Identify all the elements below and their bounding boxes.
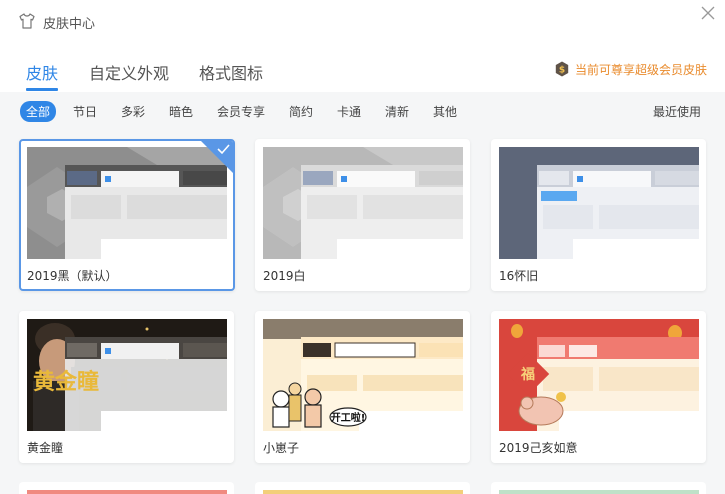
filter-other[interactable]: 其他 xyxy=(433,103,457,120)
window-title: 皮肤中心 xyxy=(43,17,96,32)
skin-thumbnail: 黄金瞳 xyxy=(27,319,227,431)
filter-dark[interactable]: 暗色 xyxy=(169,103,193,120)
close-icon[interactable] xyxy=(699,4,717,22)
vip-coin-icon: $ xyxy=(555,61,569,77)
filter-all[interactable]: 全部 xyxy=(20,101,57,122)
vip-notice[interactable]: $ 当前可尊享超级会员皮肤 xyxy=(555,60,707,78)
cartoon-bubble-text: 开工啦! xyxy=(331,411,366,424)
skin-grid: 2019黑（默认） 2019白 16怀旧 黄金瞳 黄金瞳 开工啦! 小崽子 福 … xyxy=(0,130,725,494)
filter-vip-only[interactable]: 会员专享 xyxy=(217,103,265,120)
skin-card-peek-3[interactable] xyxy=(491,482,706,494)
skin-thumbnail: 开工啦! xyxy=(263,319,463,431)
filter-fresh[interactable]: 清新 xyxy=(385,103,409,120)
skin-thumbnail xyxy=(499,147,699,259)
svg-text:$: $ xyxy=(559,66,565,76)
skin-card-golden-eye[interactable]: 黄金瞳 黄金瞳 xyxy=(19,311,234,463)
golden-eye-text-1: 黄金瞳 xyxy=(33,369,99,395)
skin-card-2019-black[interactable]: 2019黑（默认） xyxy=(19,139,235,291)
skin-thumbnail-peek xyxy=(499,490,699,494)
skin-name: 16怀旧 xyxy=(499,269,539,283)
skin-card-2019-jihai-ruyi[interactable]: 福 2019己亥如意 xyxy=(491,311,706,463)
shirt-icon xyxy=(19,13,35,29)
skin-thumbnail xyxy=(27,147,227,259)
skin-name: 黄金瞳 xyxy=(27,441,64,455)
title-bar: 皮肤中心 xyxy=(0,0,725,42)
filter-cartoon[interactable]: 卡通 xyxy=(337,103,361,120)
skin-thumbnail: 福 xyxy=(499,319,699,431)
skin-thumbnail xyxy=(263,147,463,259)
skin-thumbnail-peek xyxy=(263,490,463,494)
skin-name: 小崽子 xyxy=(263,441,300,455)
recently-used-link[interactable]: 最近使用 xyxy=(653,103,701,120)
tab-custom-appearance[interactable]: 自定义外观 xyxy=(89,60,169,84)
skin-name: 2019黑（默认） xyxy=(27,269,118,283)
selected-check-icon xyxy=(201,141,233,173)
skin-name: 2019白 xyxy=(263,269,306,283)
tab-format-icons[interactable]: 格式图标 xyxy=(199,60,263,84)
skin-card-16-retro[interactable]: 16怀旧 xyxy=(491,139,706,291)
tab-skin[interactable]: 皮肤 xyxy=(26,60,58,84)
filter-simple[interactable]: 简约 xyxy=(289,103,313,120)
skin-thumbnail-peek xyxy=(27,490,227,494)
fortune-character: 福 xyxy=(520,366,535,383)
skin-card-little-cub[interactable]: 开工啦! 小崽子 xyxy=(255,311,470,463)
active-tab-indicator xyxy=(26,88,58,91)
skin-name: 2019己亥如意 xyxy=(499,441,578,455)
skin-card-peek-2[interactable] xyxy=(255,482,470,494)
filter-colorful[interactable]: 多彩 xyxy=(121,103,145,120)
skin-card-peek-1[interactable] xyxy=(19,482,234,494)
filter-bar: 全部 节日 多彩 暗色 会员专享 简约 卡通 清新 其他 最近使用 xyxy=(0,92,725,130)
filter-festival[interactable]: 节日 xyxy=(73,103,97,120)
skin-card-2019-white[interactable]: 2019白 xyxy=(255,139,470,291)
vip-notice-text: 当前可尊享超级会员皮肤 xyxy=(574,62,707,77)
